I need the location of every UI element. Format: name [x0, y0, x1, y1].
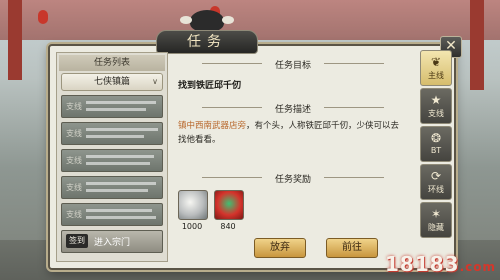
tab-bt[interactable]: ❂ BT: [420, 126, 452, 162]
blurred-text-line: [86, 155, 154, 158]
silver-coin-reward-icon[interactable]: [178, 190, 208, 220]
task-list-item[interactable]: 支线: [61, 122, 163, 145]
task-list-item-selected[interactable]: 签到 进入宗门: [61, 230, 163, 253]
blurred-text-line: [86, 216, 156, 219]
background-pillar: [8, 0, 22, 80]
reward-section-title: 任务奖励: [172, 172, 414, 185]
quest-window: 任务 ✕ 任务列表 七侠镇篇 ∨ 支线 支线 支线 支线 支线 签到 进入宗门 …: [48, 10, 462, 270]
hidden-icon: ✶: [430, 207, 442, 221]
task-list-item[interactable]: 支线: [61, 176, 163, 199]
goal-text: 找到铁匠邱千仞: [178, 81, 242, 91]
loop-icon: ⟳: [430, 169, 442, 183]
blurred-text-line: [86, 101, 156, 104]
task-list-item[interactable]: 支线: [61, 203, 163, 226]
task-list-panel: 任务列表 七侠镇篇 ∨ 支线 支线 支线 支线 支线 签到 进入宗门: [56, 52, 168, 262]
task-type-label: 支线: [66, 210, 82, 219]
background-pillar: [470, 0, 484, 90]
blurred-text-line: [86, 209, 152, 212]
task-list-item[interactable]: 支线: [61, 95, 163, 118]
watermark-main: 18183: [384, 252, 460, 276]
chapter-dropdown-label: 七侠镇篇: [93, 77, 130, 87]
watermark-logo: 18183.com: [385, 252, 496, 276]
main-icon: ❦: [430, 55, 442, 69]
sign-in-badge: 签到: [66, 234, 88, 248]
tab-label: 隐藏: [428, 223, 444, 232]
description-section-title: 任务描述: [172, 102, 414, 115]
blurred-text-line: [86, 108, 146, 111]
tab-hidden[interactable]: ✶ 隐藏: [420, 202, 452, 238]
experience-orb-reward-icon[interactable]: [214, 190, 244, 220]
watermark-sub: .com: [459, 260, 496, 274]
reward-amount: 840: [220, 222, 236, 231]
window-title: 任务: [156, 30, 258, 54]
chevron-down-icon: ∨: [152, 77, 158, 86]
description-text: 镇中西南武器店旁，有个头，人称铁匠邱千仞，少侠可以去找他看看。: [178, 119, 404, 147]
task-detail-panel: 任务目标 找到铁匠邱千仞 任务描述 镇中西南武器店旁，有个头，人称铁匠邱千仞，少…: [172, 52, 414, 260]
task-item-label: 进入宗门: [94, 238, 131, 248]
goal-section-title: 任务目标: [172, 58, 414, 71]
tab-label: BT: [430, 146, 442, 155]
blurred-text-line: [86, 182, 156, 185]
tab-loop[interactable]: ⟳ 环线: [420, 164, 452, 200]
description-highlight: 镇中西南武器店旁: [178, 121, 247, 131]
abandon-button[interactable]: 放弃: [254, 238, 306, 258]
go-button[interactable]: 前往: [326, 238, 378, 258]
tab-branch[interactable]: ★ 支线: [420, 88, 452, 124]
task-type-label: 支线: [66, 183, 82, 192]
background-lantern: [38, 10, 48, 24]
tab-label: 支线: [428, 109, 444, 118]
tab-label: 环线: [428, 185, 444, 194]
chapter-dropdown[interactable]: 七侠镇篇 ∨: [61, 73, 163, 91]
blurred-text-line: [86, 135, 144, 138]
task-type-label: 支线: [66, 129, 82, 138]
tab-main[interactable]: ❦ 主线: [420, 50, 452, 86]
task-list-item[interactable]: 支线: [61, 149, 163, 172]
tab-label: 主线: [428, 71, 444, 80]
blurred-text-line: [86, 162, 150, 165]
blurred-text-line: [86, 189, 148, 192]
category-tabs: ❦ 主线 ★ 支线 ❂ BT ⟳ 环线 ✶ 隐藏: [420, 50, 452, 240]
task-type-label: 支线: [66, 156, 82, 165]
task-type-label: 支线: [66, 102, 82, 111]
bt-icon: ❂: [430, 131, 442, 145]
task-list-header: 任务列表: [59, 55, 165, 71]
branch-icon: ★: [430, 93, 442, 107]
title-ornament-icon: [180, 10, 234, 32]
reward-amount: 1000: [181, 222, 203, 231]
blurred-text-line: [86, 128, 158, 131]
